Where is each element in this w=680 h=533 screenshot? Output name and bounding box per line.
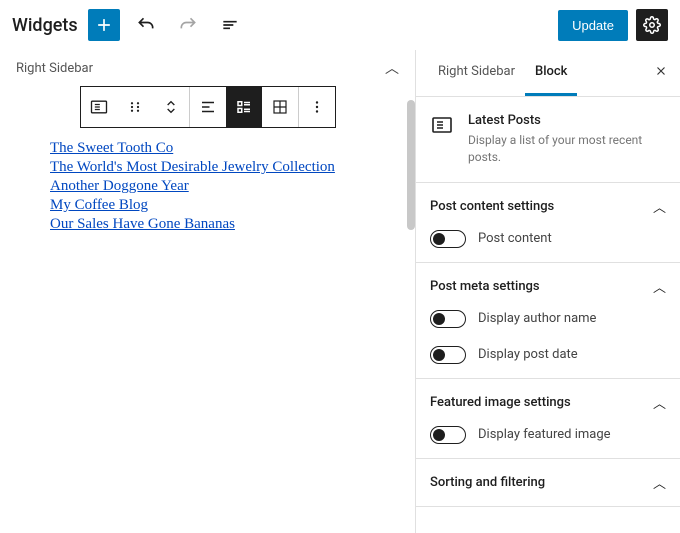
section-featured-image: Featured image settings ︿ Display featur… [416,379,680,459]
block-info-desc: Display a list of your most recent posts… [468,132,666,166]
add-block-button[interactable] [88,9,120,41]
section-header[interactable]: Sorting and filtering ︿ [430,473,666,492]
chevrons-vertical-icon [163,98,179,116]
redo-button[interactable] [172,9,204,41]
list-view-button[interactable] [214,9,246,41]
editor-area[interactable]: Right Sidebar ︿ [0,50,415,533]
toggle-post-content[interactable] [430,230,466,248]
section-title: Post content settings [430,199,554,214]
block-info: Latest Posts Display a list of your most… [416,97,680,183]
page-title: Widgets [12,15,78,36]
latest-posts-icon [430,113,454,137]
gear-icon [643,16,661,34]
block-toolbar [80,86,336,128]
post-link[interactable]: Our Sales Have Gone Bananas [50,216,235,232]
list-item: The World's Most Desirable Jewelry Colle… [50,159,365,176]
main: Right Sidebar ︿ [0,50,680,533]
more-vertical-icon [308,98,326,116]
list-item: Our Sales Have Gone Bananas [50,216,365,233]
post-link[interactable]: The World's Most Desirable Jewelry Colle… [50,159,335,175]
section-title: Sorting and filtering [430,475,545,490]
section-header[interactable]: Post content settings ︿ [430,197,666,216]
chevron-up-icon: ︿ [653,393,666,412]
section-header[interactable]: Featured image settings ︿ [430,393,666,412]
section-post-content: Post content settings ︿ Post content [416,183,680,263]
chevron-up-icon: ︿ [653,197,666,216]
list-layout-icon [235,98,253,116]
post-link[interactable]: The Sweet Tooth Co [50,140,173,156]
list-layout-button[interactable] [226,87,262,127]
align-icon [199,98,217,116]
drag-handle-button[interactable] [117,87,153,127]
section-post-meta: Post meta settings ︿ Display author name… [416,263,680,379]
scrollbar[interactable] [407,100,415,230]
toggle-featured-image[interactable] [430,426,466,444]
close-icon [654,64,668,78]
undo-button[interactable] [130,9,162,41]
section-header[interactable]: Post meta settings ︿ [430,277,666,296]
list-item: My Coffee Blog [50,197,365,214]
redo-icon [178,15,198,35]
close-panel-button[interactable] [654,64,668,78]
chevron-up-icon: ︿ [653,473,666,492]
topbar: Widgets Update [0,0,680,50]
toggle-label: Display author name [478,311,596,326]
update-button[interactable]: Update [558,10,628,41]
settings-button[interactable] [636,9,668,41]
align-button[interactable] [190,87,226,127]
drag-icon [126,98,144,116]
list-item: The Sweet Tooth Co [50,140,365,157]
toggle-label: Post content [478,231,552,246]
panel-tabs: Right Sidebar Block [416,50,680,97]
section-title: Post meta settings [430,279,540,294]
section-title: Featured image settings [430,395,571,410]
plus-icon [94,15,114,35]
grid-icon [271,98,289,116]
undo-icon [136,15,156,35]
list-item: Another Doggone Year [50,178,365,195]
move-button[interactable] [153,87,189,127]
tab-widget-area[interactable]: Right Sidebar [428,50,525,96]
tab-block[interactable]: Block [525,50,577,96]
toggle-post-date[interactable] [430,346,466,364]
widget-area-name: Right Sidebar [16,61,93,76]
settings-panel: Right Sidebar Block Latest Posts Display… [415,50,680,533]
list-view-icon [220,15,240,35]
topbar-left: Widgets [12,9,246,41]
more-options-button[interactable] [299,87,335,127]
latest-posts-icon [89,97,109,117]
latest-posts-list: The Sweet Tooth Co The World's Most Desi… [10,140,405,233]
widget-area-header[interactable]: Right Sidebar ︿ [10,50,405,86]
block-info-title: Latest Posts [468,113,666,128]
toggle-author-name[interactable] [430,310,466,328]
toggle-label: Display post date [478,347,578,362]
grid-layout-button[interactable] [262,87,298,127]
topbar-right: Update [558,9,668,41]
section-sorting: Sorting and filtering ︿ [416,459,680,507]
chevron-up-icon: ︿ [653,277,666,296]
block-type-button[interactable] [81,87,117,127]
chevron-up-icon[interactable]: ︿ [385,58,399,78]
toggle-label: Display featured image [478,427,611,442]
post-link[interactable]: Another Doggone Year [50,178,189,194]
post-link[interactable]: My Coffee Blog [50,197,148,213]
